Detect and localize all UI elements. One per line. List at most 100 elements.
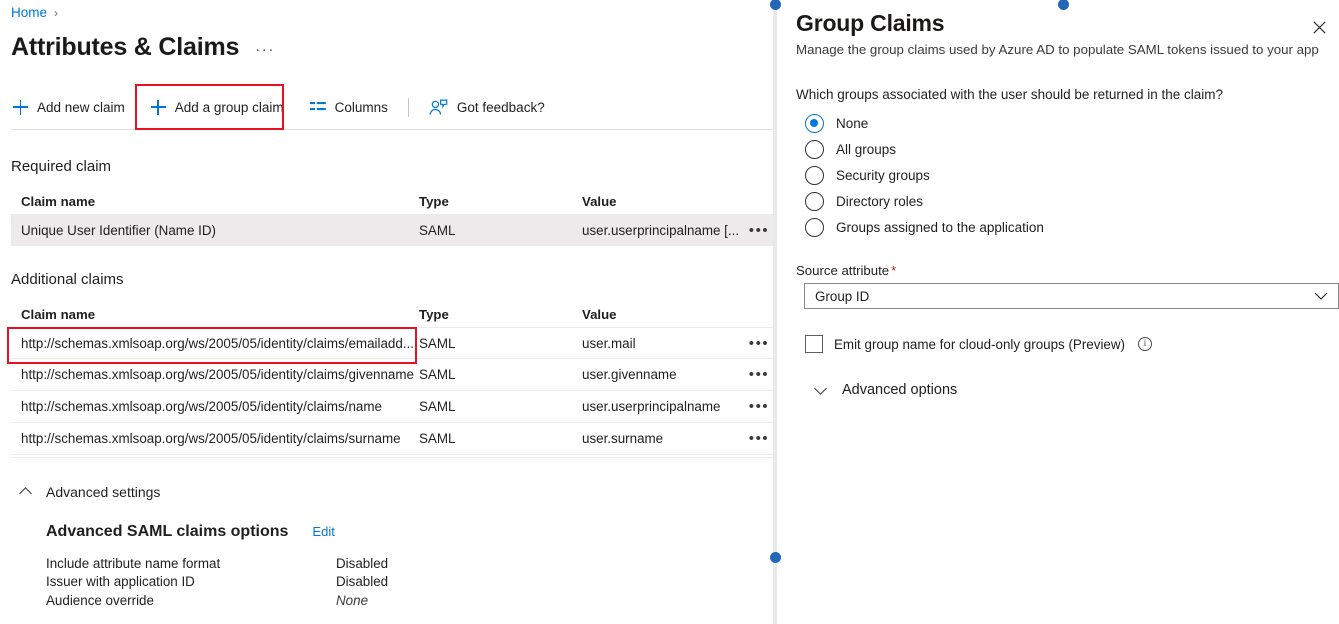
source-attribute-dropdown[interactable]: Group ID bbox=[804, 283, 1339, 309]
emit-group-name-label: Emit group name for cloud-only groups (P… bbox=[834, 337, 1125, 352]
advanced-settings-toggle[interactable]: Advanced settings bbox=[20, 484, 160, 500]
edit-link[interactable]: Edit bbox=[312, 524, 334, 539]
plus-icon bbox=[13, 100, 28, 115]
add-new-claim-label: Add new claim bbox=[37, 100, 125, 115]
add-a-group-claim-button[interactable]: Add a group claim bbox=[138, 90, 297, 124]
advanced-saml-options-list: Include attribute name format Disabled I… bbox=[46, 554, 388, 610]
radio-label: None bbox=[836, 116, 868, 131]
radio-option-security-groups[interactable]: Security groups bbox=[805, 162, 1044, 188]
cell-type: SAML bbox=[419, 431, 582, 446]
cell-type: SAML bbox=[419, 223, 582, 238]
chevron-up-icon bbox=[20, 486, 32, 498]
page-title-row: Attributes & Claims ··· bbox=[11, 31, 275, 63]
feedback-person-icon bbox=[429, 99, 448, 116]
got-feedback-label: Got feedback? bbox=[457, 100, 545, 115]
table-bottom-divider bbox=[11, 457, 776, 458]
cell-claim-name: http://schemas.xmlsoap.org/ws/2005/05/id… bbox=[11, 399, 419, 414]
table-header-row: Claim name Type Value bbox=[11, 188, 776, 214]
cell-value: user.surname bbox=[582, 431, 742, 446]
table-row[interactable]: http://schemas.xmlsoap.org/ws/2005/05/id… bbox=[11, 327, 776, 359]
add-new-claim-button[interactable]: Add new claim bbox=[11, 90, 138, 124]
list-item: Include attribute name format Disabled bbox=[46, 554, 388, 573]
columns-label: Columns bbox=[335, 100, 388, 115]
radio-option-directory-roles[interactable]: Directory roles bbox=[805, 188, 1044, 214]
column-header-value: Value bbox=[582, 307, 742, 322]
cell-claim-name: http://schemas.xmlsoap.org/ws/2005/05/id… bbox=[11, 367, 419, 382]
table-row[interactable]: http://schemas.xmlsoap.org/ws/2005/05/id… bbox=[11, 359, 776, 391]
radio-label: All groups bbox=[836, 142, 896, 157]
row-context-menu-icon[interactable]: ••• bbox=[742, 222, 776, 239]
group-claim-radio-group: None All groups Security groups Director… bbox=[805, 110, 1044, 240]
close-icon[interactable] bbox=[1306, 14, 1332, 40]
chevron-down-icon bbox=[1314, 289, 1328, 304]
source-attribute-label-text: Source attribute bbox=[796, 263, 889, 278]
column-header-value: Value bbox=[582, 194, 742, 209]
additional-claims-heading: Additional claims bbox=[11, 271, 124, 288]
info-icon[interactable]: i bbox=[1138, 337, 1152, 351]
column-header-type: Type bbox=[419, 307, 582, 322]
row-context-menu-icon[interactable]: ••• bbox=[742, 335, 776, 352]
radio-icon bbox=[805, 140, 824, 159]
row-context-menu-icon[interactable]: ••• bbox=[742, 366, 776, 383]
breadcrumb-separator-icon: › bbox=[54, 6, 58, 20]
cell-claim-name: http://schemas.xmlsoap.org/ws/2005/05/id… bbox=[11, 336, 419, 351]
annotation-dot bbox=[770, 552, 781, 563]
command-bar-underline bbox=[11, 129, 776, 130]
cell-value: user.userprincipalname [... bbox=[582, 223, 742, 238]
setting-value: None bbox=[336, 593, 368, 608]
radio-icon bbox=[805, 192, 824, 211]
table-row[interactable]: http://schemas.xmlsoap.org/ws/2005/05/id… bbox=[11, 391, 776, 423]
column-header-type: Type bbox=[419, 194, 582, 209]
checkbox-icon[interactable] bbox=[805, 335, 823, 353]
table-header-row: Claim name Type Value bbox=[11, 301, 776, 327]
row-context-menu-icon[interactable]: ••• bbox=[742, 430, 776, 447]
plus-icon bbox=[151, 100, 166, 115]
attributes-claims-pane: Home › Attributes & Claims ··· Add new c… bbox=[0, 0, 776, 624]
required-marker: * bbox=[891, 263, 896, 278]
required-claim-heading: Required claim bbox=[11, 158, 111, 175]
group-claim-question: Which groups associated with the user sh… bbox=[796, 87, 1223, 102]
got-feedback-button[interactable]: Got feedback? bbox=[416, 90, 558, 124]
radio-label: Groups assigned to the application bbox=[836, 220, 1044, 235]
breadcrumb-home-link[interactable]: Home bbox=[11, 5, 47, 20]
setting-key: Include attribute name format bbox=[46, 556, 336, 571]
radio-icon bbox=[805, 218, 824, 237]
advanced-options-toggle[interactable]: Advanced options bbox=[815, 382, 957, 398]
cell-type: SAML bbox=[419, 399, 582, 414]
columns-button[interactable]: Columns bbox=[297, 90, 401, 124]
add-a-group-claim-label: Add a group claim bbox=[175, 100, 284, 115]
column-header-claim-name: Claim name bbox=[11, 194, 419, 209]
radio-label: Directory roles bbox=[836, 194, 923, 209]
radio-option-all-groups[interactable]: All groups bbox=[805, 136, 1044, 162]
cell-type: SAML bbox=[419, 336, 582, 351]
radio-label: Security groups bbox=[836, 168, 930, 183]
table-row[interactable]: http://schemas.xmlsoap.org/ws/2005/05/id… bbox=[11, 423, 776, 455]
emit-group-name-checkbox-row[interactable]: Emit group name for cloud-only groups (P… bbox=[805, 335, 1152, 353]
setting-value: Disabled bbox=[336, 574, 388, 589]
cell-claim-name: http://schemas.xmlsoap.org/ws/2005/05/id… bbox=[11, 431, 419, 446]
blade-title: Group Claims bbox=[796, 10, 944, 37]
radio-icon bbox=[805, 114, 824, 133]
more-options-icon[interactable]: ··· bbox=[255, 41, 275, 63]
list-item: Audience override None bbox=[46, 591, 388, 610]
cell-claim-name: Unique User Identifier (Name ID) bbox=[11, 223, 419, 238]
advanced-saml-options-header: Advanced SAML claims options Edit bbox=[46, 523, 335, 541]
table-row[interactable]: Unique User Identifier (Name ID) SAML us… bbox=[11, 214, 776, 246]
cell-value: user.userprincipalname bbox=[582, 399, 742, 414]
column-header-claim-name: Claim name bbox=[11, 307, 419, 322]
required-claim-table: Claim name Type Value Unique User Identi… bbox=[11, 188, 776, 246]
source-attribute-value: Group ID bbox=[815, 289, 869, 304]
radio-option-none[interactable]: None bbox=[805, 110, 1044, 136]
cell-value: user.givenname bbox=[582, 367, 742, 382]
group-claims-blade: Group Claims Manage the group claims use… bbox=[777, 0, 1339, 624]
additional-claims-table: Claim name Type Value http://schemas.xml… bbox=[11, 301, 776, 455]
radio-option-groups-assigned-to-application[interactable]: Groups assigned to the application bbox=[805, 214, 1044, 240]
row-context-menu-icon[interactable]: ••• bbox=[742, 398, 776, 415]
cell-value: user.mail bbox=[582, 336, 742, 351]
columns-icon bbox=[310, 100, 326, 114]
advanced-saml-options-title: Advanced SAML claims options bbox=[46, 523, 288, 541]
list-item: Issuer with application ID Disabled bbox=[46, 573, 388, 592]
blade-subtitle: Manage the group claims used by Azure AD… bbox=[796, 42, 1319, 57]
command-bar: Add new claim Add a group claim Columns bbox=[11, 90, 558, 124]
source-attribute-label: Source attribute* bbox=[796, 263, 896, 278]
